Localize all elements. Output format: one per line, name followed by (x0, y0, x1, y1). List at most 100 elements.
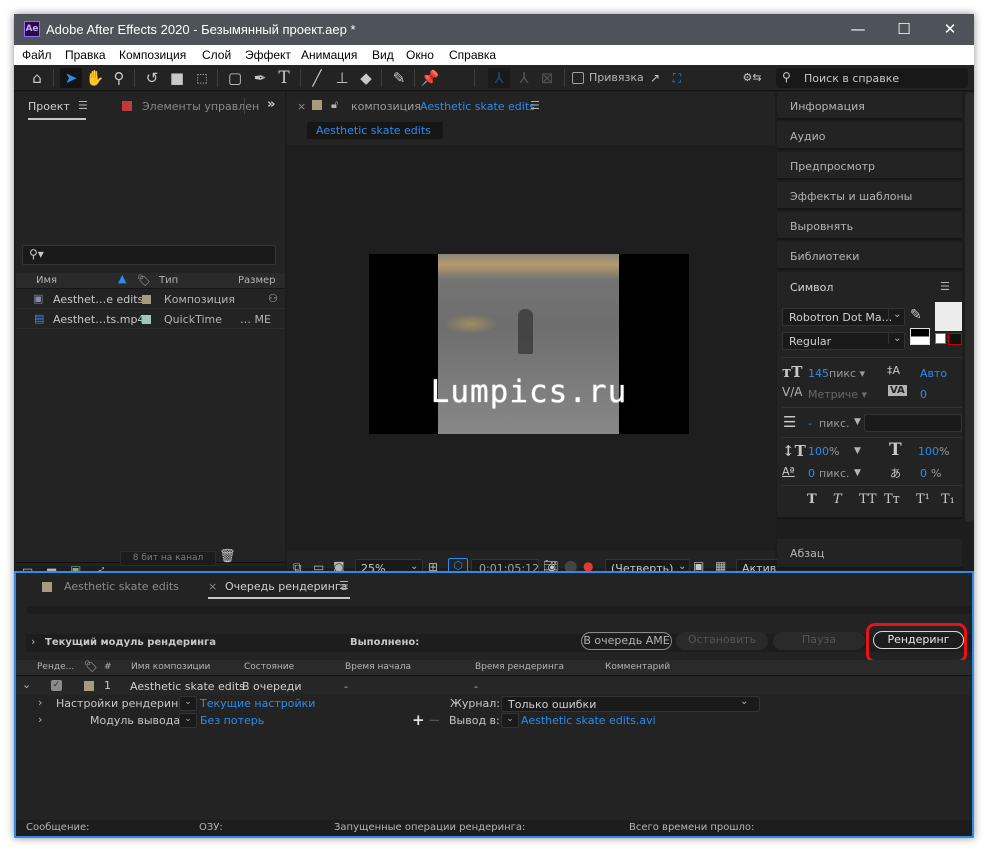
snap-feature-icon[interactable]: ⛶ (666, 68, 688, 88)
sort-ascending-icon[interactable]: ▲ (118, 272, 126, 285)
render-checkbox[interactable]: ✓ (51, 680, 62, 691)
tab-render-queue[interactable]: Очередь рендеринга (225, 580, 347, 593)
menu-animation[interactable]: Анимация (301, 48, 357, 62)
stroke-color-swatch[interactable] (948, 333, 962, 345)
render-settings-dropdown[interactable]: ⌄ (179, 696, 197, 711)
column-size[interactable]: Размер (238, 275, 276, 286)
character-menu-icon[interactable]: ☰ (940, 280, 950, 293)
selection-tool-icon[interactable]: ➤ (60, 68, 82, 88)
workspace-settings-icon[interactable]: ⚙⇆ (741, 68, 763, 88)
queue-in-ame-button[interactable]: В очередь AME (581, 632, 672, 650)
font-style-dropdown[interactable]: Regular ⌄ (782, 332, 905, 350)
column-render[interactable]: Ренде... (37, 662, 74, 672)
fill-color-swatch[interactable] (935, 302, 962, 331)
horizontal-scale-value[interactable]: 100 (918, 445, 939, 458)
eraser-tool-icon[interactable]: ◆ (355, 68, 377, 88)
close-button[interactable]: ✕ (927, 14, 973, 45)
subscript-button[interactable]: T₁ (941, 492, 955, 507)
hand-tool-icon[interactable]: ✋ (84, 68, 106, 88)
expand-icon[interactable]: › (38, 696, 42, 709)
project-menu-icon[interactable]: ☰ (78, 99, 88, 112)
label-color-swatch[interactable] (142, 295, 151, 304)
vertical-scale-dropdown-icon[interactable]: ▼ (854, 446, 861, 456)
superscript-button[interactable]: T¹ (916, 492, 930, 507)
panel-preview[interactable]: Предпросмотр (777, 152, 962, 180)
close-tab-icon[interactable]: × (297, 100, 306, 113)
expand-icon[interactable]: › (31, 635, 35, 648)
comp-tab-name[interactable]: Aesthetic skate edits (420, 100, 535, 113)
font-family-dropdown[interactable]: Robotron Dot Ma... ⌄ (782, 308, 905, 326)
faux-bold-button[interactable]: T (807, 492, 817, 507)
home-icon[interactable]: ⌂ (26, 68, 48, 88)
stop-button[interactable]: Остановить (676, 632, 768, 650)
help-search-input[interactable]: ⚲ Поиск в справке (776, 68, 968, 88)
project-item-row[interactable]: ▤ Aesthet…ts.mp4 QuickTime … МЕ (16, 310, 285, 329)
stroke-width-value[interactable]: - (808, 417, 812, 430)
no-fill-swatch[interactable] (935, 333, 946, 344)
tab-project[interactable]: Проект (28, 100, 70, 113)
render-button[interactable]: Рендеринг (873, 631, 964, 649)
column-name[interactable]: Имя (36, 275, 57, 286)
output-file-path[interactable]: Aesthetic skate edits.avi (521, 714, 656, 727)
panel-align[interactable]: Выровнять (777, 212, 962, 240)
project-search-input[interactable]: ⚲▾ (22, 245, 276, 265)
flowchart-icon[interactable]: ⚇ (268, 292, 278, 305)
output-module-value[interactable]: Без потерь (200, 714, 264, 727)
collapse-icon[interactable]: ⌄ (22, 678, 31, 691)
font-size-unit[interactable]: пикс ▾ (829, 367, 865, 380)
label-column-icon[interactable]: 🏷 (84, 660, 98, 673)
eyedropper-icon[interactable]: ✎ (910, 307, 922, 323)
render-queue-menu-icon[interactable]: ☰ (339, 579, 349, 592)
faux-italic-button[interactable]: T (833, 492, 842, 507)
menu-view[interactable]: Вид (372, 48, 394, 62)
pan-behind-tool-icon[interactable]: ⬚ (191, 68, 213, 88)
panel-audio[interactable]: Аудио (777, 122, 962, 150)
type-tool-icon[interactable]: T (273, 68, 295, 88)
comp-menu-icon[interactable]: ☰ (530, 99, 540, 112)
leading-value[interactable]: Авто (920, 367, 947, 380)
local-axis-icon[interactable]: ⅄ (488, 68, 510, 88)
output-module-dropdown[interactable]: ⌄ (179, 713, 197, 728)
clone-stamp-tool-icon[interactable]: ⊥ (331, 68, 353, 88)
column-start-time[interactable]: Время начала (345, 662, 411, 672)
menu-window[interactable]: Окно (406, 48, 434, 62)
render-settings-value[interactable]: Текущие настройки (200, 697, 315, 710)
column-number[interactable]: # (104, 662, 112, 672)
camera-tool-icon[interactable]: ■ (166, 68, 188, 88)
add-output-module-icon[interactable]: + (412, 711, 425, 729)
kerning-dropdown[interactable]: Метриче ▾ (808, 388, 867, 401)
output-to-dropdown[interactable]: ⌄ (501, 713, 519, 728)
right-panel-scrollbar[interactable] (965, 92, 974, 522)
panel-paragraph[interactable]: Абзац (777, 539, 962, 567)
column-render-time[interactable]: Время рендеринга (475, 662, 564, 672)
swap-colors-icon[interactable] (910, 328, 930, 345)
panel-info[interactable]: Информация (777, 92, 962, 120)
maximize-button[interactable]: ☐ (881, 14, 927, 45)
lock-icon[interactable]: 🔓︎ (331, 98, 338, 112)
menu-layer[interactable]: Слой (202, 48, 231, 62)
tsume-value[interactable]: 0 (920, 467, 927, 480)
bit-depth-button[interactable]: 8 бит на канал (120, 551, 216, 566)
rectangle-tool-icon[interactable]: ▢ (224, 68, 246, 88)
pause-button[interactable]: Пауза (773, 632, 865, 650)
comp-label-swatch[interactable] (84, 681, 94, 691)
minimize-button[interactable]: — (835, 14, 881, 45)
font-size-value[interactable]: 145 (808, 367, 829, 380)
menu-edit[interactable]: Правка (65, 48, 106, 62)
overlay-text-layer[interactable]: Lumpics.ru (369, 374, 689, 410)
panel-overflow-button[interactable]: » (267, 97, 275, 112)
all-caps-button[interactable]: TT (859, 492, 877, 507)
stroke-unit-dropdown-icon[interactable]: ▼ (854, 417, 861, 427)
log-dropdown[interactable]: Только ошибки ⌄ (501, 696, 760, 712)
tab-effect-controls[interactable]: Элементы управлен (142, 100, 259, 113)
snap-checkbox[interactable] (572, 72, 584, 84)
render-queue-item[interactable]: ⌄ ✓ 1 Aesthetic skate edits В очереди - … (16, 677, 972, 695)
menu-composition[interactable]: Композиция (119, 48, 186, 62)
column-status[interactable]: Состояние (244, 662, 294, 672)
stroke-style-dropdown[interactable] (864, 414, 962, 432)
tracking-value[interactable]: 0 (920, 388, 927, 401)
small-caps-button[interactable]: Tт (884, 492, 900, 507)
trash-icon[interactable]: 🗑 (219, 549, 236, 564)
panel-libraries[interactable]: Библиотеки (777, 242, 962, 270)
current-render-module-label[interactable]: Текущий модуль рендеринга (45, 637, 216, 648)
